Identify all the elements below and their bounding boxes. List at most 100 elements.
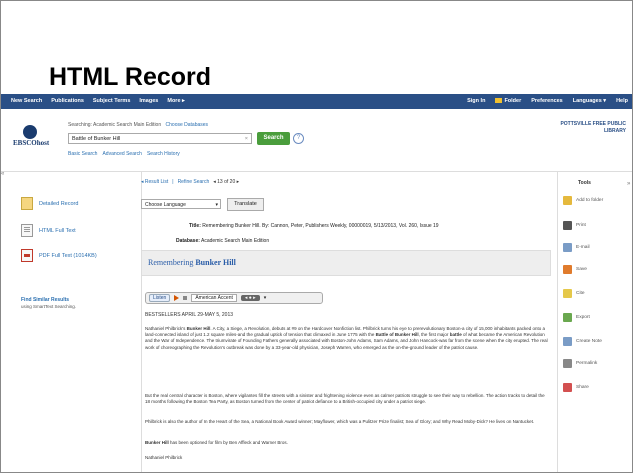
sign-in-link[interactable]: Sign In <box>467 98 485 104</box>
tools-pane: Tools Add to folder Print E-mail Save Ci… <box>557 172 627 472</box>
note-icon <box>563 337 572 346</box>
save-icon <box>563 265 572 274</box>
basic-search-link[interactable]: Basic Search <box>68 151 97 157</box>
languages-menu[interactable]: Languages ▾ <box>573 98 606 104</box>
export-tool[interactable]: Export <box>563 313 625 322</box>
pdf-full-text-label: PDF Full Text (1014KB) <box>39 252 97 259</box>
language-select[interactable]: Choose Language ▾ <box>141 199 221 209</box>
export-label: Export <box>576 315 590 320</box>
html-full-text-link[interactable]: HTML Full Text <box>21 224 76 237</box>
searching-label: Searching: <box>68 122 92 128</box>
p1-highlight-bunker-hill: Bunker Hill <box>186 326 211 331</box>
left-pane: Detailed Record HTML Full Text PDF Full … <box>11 172 142 472</box>
translate-button[interactable]: Translate <box>227 198 264 211</box>
top-navigation-bar: New Search Publications Subject Terms Im… <box>1 94 632 109</box>
html-document-icon <box>21 224 33 237</box>
search-links: Basic Search Advanced Search Search Hist… <box>68 151 180 157</box>
ebscohost-logo[interactable]: EBSCOhost <box>13 125 50 147</box>
play-icon[interactable] <box>174 295 180 301</box>
search-input-value: Battle of Bunker Hill <box>72 136 121 142</box>
article-title-plain: Remembering <box>148 258 194 267</box>
pdf-full-text-link[interactable]: PDF Full Text (1014KB) <box>21 249 97 262</box>
paragraph-1: Nathaniel Philbrick's Bunker Hill. A Cit… <box>145 326 549 351</box>
tools-title: Tools <box>578 180 591 186</box>
search-history-link[interactable]: Search History <box>147 151 180 157</box>
preferences-link[interactable]: Preferences <box>531 98 563 104</box>
html-full-text-label: HTML Full Text <box>39 227 76 234</box>
print-icon <box>563 221 572 230</box>
nav-images[interactable]: Images <box>139 98 158 104</box>
stop-icon[interactable] <box>183 296 188 300</box>
p1-text-a: Nathaniel Philbrick's <box>145 326 186 331</box>
search-button[interactable]: Search <box>257 132 290 145</box>
cite-tool[interactable]: Cite <box>563 289 625 298</box>
article-title-bold: Bunker Hill <box>195 258 236 267</box>
p4-text: has been optioned for film by Ben Afflec… <box>170 440 288 445</box>
title-label: Title: <box>189 223 201 229</box>
detailed-record-link[interactable]: Detailed Record <box>21 197 78 210</box>
share-label: Share <box>576 385 589 390</box>
email-icon <box>563 243 572 252</box>
collapse-right-icon[interactable]: » <box>627 181 630 187</box>
add-to-folder-tool[interactable]: Add to folder <box>563 196 625 205</box>
database-value: Academic Search Main Edition <box>201 238 270 244</box>
library-name-line2: LIBRARY <box>603 128 626 134</box>
search-header: EBSCOhost Searching: Academic Search Mai… <box>1 109 632 172</box>
link-icon <box>563 359 572 368</box>
listen-button[interactable]: Listen <box>149 294 171 302</box>
email-tool[interactable]: E-mail <box>563 243 625 252</box>
share-tool[interactable]: Share <box>563 383 625 392</box>
record-main: ◂ Result List | Refine Search ◂ 13 of 20… <box>141 172 557 472</box>
share-icon <box>563 383 572 392</box>
refine-search-link[interactable]: Refine Search <box>178 179 210 185</box>
ebsco-leaf-icon <box>23 125 37 139</box>
folder-link[interactable]: Folder <box>495 98 521 104</box>
voice-select[interactable]: American Accent <box>191 294 237 302</box>
find-similar-subtext: using SmartText Searching. <box>21 304 77 309</box>
paragraph-2: But the real central character is Boston… <box>145 393 545 405</box>
result-list-link[interactable]: ◂ Result List <box>141 179 168 185</box>
library-name-line1: POTTSVILLE FREE PUBLIC <box>560 121 626 127</box>
article-title-box: Remembering Bunker Hill <box>141 250 551 276</box>
clear-icon[interactable]: × <box>245 134 248 145</box>
nav-publications[interactable]: Publications <box>51 98 84 104</box>
logo-text: EBSCOhost <box>13 139 50 147</box>
library-name: POTTSVILLE FREE PUBLIC LIBRARY <box>560 121 626 135</box>
folder-icon <box>495 98 503 104</box>
save-label: Save <box>576 267 587 272</box>
add-to-folder-label: Add to folder <box>576 198 604 203</box>
chevron-down-icon: ▾ <box>215 202 218 208</box>
print-label: Print <box>576 223 586 228</box>
paragraph-5: Nathaniel Philbrick <box>145 455 183 460</box>
advanced-search-link[interactable]: Advanced Search <box>102 151 141 157</box>
bestsellers-heading: BESTSELLERS APRIL 29-MAY 5, 2013 <box>145 312 234 318</box>
print-tool[interactable]: Print <box>563 221 625 230</box>
p1-text-e: , the first major <box>418 332 449 338</box>
player-controls[interactable]: ◂ ● ▸ <box>240 295 260 301</box>
database-label: Database: <box>176 238 200 244</box>
p1-highlight-battle-of-bunker-hill: Battle of Bunker Hill <box>375 332 419 338</box>
nav-subject-terms[interactable]: Subject Terms <box>93 98 131 104</box>
cite-label: Cite <box>576 291 585 296</box>
title-value: Remembering Bunker Hill. By: Cannon, Pet… <box>202 223 439 229</box>
slide-title: HTML Record <box>49 63 212 91</box>
result-counter[interactable]: ◂ 13 of 20 ▸ <box>213 179 239 185</box>
help-link[interactable]: Help <box>616 98 628 104</box>
find-similar-link[interactable]: Find Similar Results <box>21 297 69 303</box>
save-tool[interactable]: Save <box>563 265 625 274</box>
database-row: Database: Academic Search Main Edition <box>176 238 269 244</box>
create-note-tool[interactable]: Create Note <box>563 337 625 346</box>
nav-new-search[interactable]: New Search <box>11 98 42 104</box>
collapse-left-icon[interactable]: « <box>1 171 4 177</box>
help-icon[interactable]: ? <box>293 133 304 144</box>
choose-databases-link[interactable]: Choose Databases <box>166 122 209 128</box>
player-menu-icon[interactable]: ▾ <box>264 295 267 301</box>
p1-highlight-battle: battle <box>449 332 462 338</box>
search-input[interactable]: Battle of Bunker Hill × <box>68 133 252 144</box>
permalink-tool[interactable]: Permalink <box>563 359 625 368</box>
nav-more[interactable]: More ▸ <box>167 98 184 104</box>
detailed-record-label: Detailed Record <box>39 200 79 207</box>
email-label: E-mail <box>576 245 590 250</box>
cite-icon <box>563 289 572 298</box>
result-navigation: ◂ Result List | Refine Search ◂ 13 of 20… <box>141 179 239 185</box>
